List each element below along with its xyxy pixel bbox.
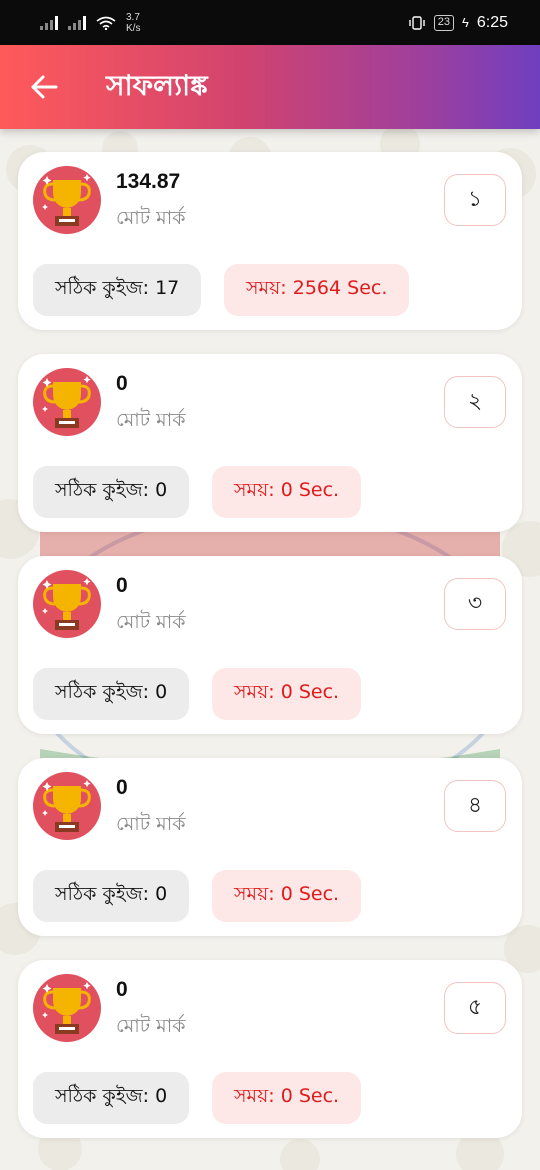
wifi-icon: [96, 16, 116, 30]
network-speed: 3.7 K/s: [126, 11, 141, 34]
rank-badge: ৪: [444, 780, 506, 832]
trophy-icon: [33, 974, 101, 1042]
total-score-label: মোট মার্ক: [116, 207, 186, 229]
correct-quiz-count: সঠিক কুইজ: 0: [33, 466, 190, 518]
time-taken: সময়: 0 Sec.: [212, 466, 362, 518]
total-score-label: মোট মার্ক: [116, 813, 186, 835]
trophy-icon: [33, 570, 101, 638]
charging-icon: ϟ: [461, 15, 469, 30]
status-bar: 3.7 K/s 23 ϟ 6:25: [0, 0, 540, 45]
arrow-left-icon: [31, 75, 58, 99]
time-taken: সময়: 2564 Sec.: [224, 264, 410, 316]
result-card[interactable]: 0 মোট মার্ক ৩ সঠিক কুইজ: 0 সময়: 0 Sec.: [18, 556, 522, 734]
time-taken: সময়: 0 Sec.: [212, 870, 362, 922]
result-card[interactable]: 0 মোট মার্ক ৪ সঠিক কুইজ: 0 সময়: 0 Sec.: [18, 758, 522, 936]
total-score-label: মোট মার্ক: [116, 409, 186, 431]
result-card[interactable]: 0 মোট মার্ক ২ সঠিক কুইজ: 0 সময়: 0 Sec.: [18, 354, 522, 532]
trophy-icon: [33, 368, 101, 436]
app-bar: সাফল্যাঙ্ক: [0, 45, 540, 129]
signal-icon-2: [68, 15, 86, 30]
signal-icon: [40, 15, 58, 30]
total-score-label: মোট মার্ক: [116, 1015, 186, 1037]
total-score: 0: [116, 776, 128, 799]
battery-icon: 23: [433, 14, 454, 31]
correct-quiz-count: সঠিক কুইজ: 0: [33, 870, 190, 922]
correct-quiz-count: সঠিক কুইজ: 0: [33, 1072, 190, 1124]
total-score: 0: [116, 978, 128, 1001]
time-taken: সময়: 0 Sec.: [212, 668, 362, 720]
clock: 6:25: [476, 13, 508, 31]
total-score: 134.87: [116, 170, 181, 193]
trophy-icon: [33, 772, 101, 840]
total-score: 0: [116, 574, 128, 597]
result-card[interactable]: 0 মোট মার্ক ৫ সঠিক কুইজ: 0 সময়: 0 Sec.: [18, 960, 522, 1138]
rank-badge: ২: [444, 376, 506, 428]
rank-badge: ৫: [444, 982, 506, 1034]
result-card[interactable]: 134.87 মোট মার্ক ১ সঠিক কুইজ: 17 সময়: 2…: [18, 152, 522, 330]
rank-badge: ১: [444, 174, 506, 226]
rank-badge: ৩: [444, 578, 506, 630]
correct-quiz-count: সঠিক কুইজ: 0: [33, 668, 190, 720]
total-score-label: মোট মার্ক: [116, 611, 186, 633]
page-title: সাফল্যাঙ্ক: [106, 68, 208, 102]
correct-quiz-count: সঠিক কুইজ: 17: [33, 264, 202, 316]
back-button[interactable]: [22, 65, 66, 109]
time-taken: সময়: 0 Sec.: [212, 1072, 362, 1124]
vibrate-icon: [409, 15, 425, 30]
total-score: 0: [116, 372, 128, 395]
trophy-icon: [33, 166, 101, 234]
